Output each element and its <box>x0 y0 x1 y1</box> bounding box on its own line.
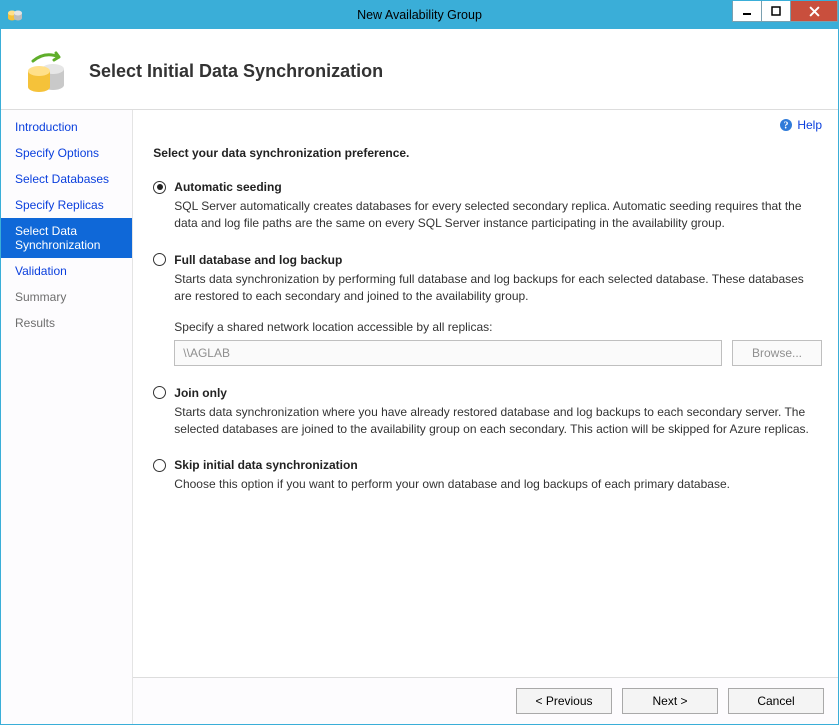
option-title: Automatic seeding <box>174 180 281 194</box>
help-link[interactable]: ? Help <box>153 118 822 132</box>
help-icon: ? <box>779 118 793 132</box>
sidebar-item-introduction[interactable]: Introduction <box>1 114 132 140</box>
option-title: Skip initial data synchronization <box>174 458 357 472</box>
browse-button: Browse... <box>732 340 822 366</box>
wizard-header: Select Initial Data Synchronization <box>1 29 838 110</box>
window-controls <box>733 1 838 22</box>
option-description: Choose this option if you want to perfor… <box>174 476 822 493</box>
option-description: SQL Server automatically creates databas… <box>174 198 822 233</box>
svg-text:?: ? <box>784 121 789 132</box>
radio-automatic-seeding[interactable] <box>153 181 166 194</box>
option-description: Starts data synchronization where you ha… <box>174 404 822 439</box>
previous-button[interactable]: < Previous <box>516 688 612 714</box>
app-icon <box>7 7 23 23</box>
radio-skip-sync[interactable] <box>153 459 166 472</box>
radio-full-backup[interactable] <box>153 253 166 266</box>
title-bar: New Availability Group <box>1 1 838 29</box>
radio-join-only[interactable] <box>153 386 166 399</box>
nav-sidebar: Introduction Specify Options Select Data… <box>1 110 133 724</box>
page-title: Select Initial Data Synchronization <box>89 61 383 82</box>
wizard-footer: < Previous Next > Cancel <box>133 677 838 724</box>
option-full-backup: Full database and log backup Starts data… <box>153 253 822 366</box>
sidebar-item-label: Specify Options <box>15 146 99 160</box>
instruction-text: Select your data synchronization prefere… <box>153 146 822 160</box>
option-join-only: Join only Starts data synchronization wh… <box>153 386 822 439</box>
sidebar-item-select-databases[interactable]: Select Databases <box>1 166 132 192</box>
sidebar-item-specify-replicas[interactable]: Specify Replicas <box>1 192 132 218</box>
maximize-button[interactable] <box>761 1 791 22</box>
sidebar-item-label: Summary <box>15 290 66 304</box>
next-button[interactable]: Next > <box>622 688 718 714</box>
minimize-button[interactable] <box>732 1 762 22</box>
page-icon <box>23 47 71 95</box>
option-title: Join only <box>174 386 227 400</box>
sidebar-item-validation[interactable]: Validation <box>1 258 132 284</box>
sidebar-item-label: Select Data Synchronization <box>15 224 100 252</box>
wizard-window: New Availability Group <box>0 0 839 725</box>
window-title: New Availability Group <box>357 8 482 22</box>
option-description: Starts data synchronization by performin… <box>174 271 822 306</box>
sidebar-item-label: Results <box>15 316 55 330</box>
option-title: Full database and log backup <box>174 253 342 267</box>
sidebar-item-label: Select Databases <box>15 172 109 186</box>
close-button[interactable] <box>790 1 838 22</box>
cancel-button[interactable]: Cancel <box>728 688 824 714</box>
network-path-input <box>174 340 722 366</box>
sidebar-item-select-data-sync[interactable]: Select Data Synchronization <box>1 218 132 258</box>
sidebar-item-specify-options[interactable]: Specify Options <box>1 140 132 166</box>
option-skip-sync: Skip initial data synchronization Choose… <box>153 458 822 493</box>
help-label: Help <box>797 118 822 132</box>
sidebar-item-summary: Summary <box>1 284 132 310</box>
main-panel: ? Help Select your data synchronization … <box>133 110 838 724</box>
sidebar-item-results: Results <box>1 310 132 336</box>
option-automatic-seeding: Automatic seeding SQL Server automatical… <box>153 180 822 233</box>
sidebar-item-label: Validation <box>15 264 67 278</box>
sidebar-item-label: Specify Replicas <box>15 198 104 212</box>
wizard-body: Introduction Specify Options Select Data… <box>1 110 838 724</box>
main-content: ? Help Select your data synchronization … <box>133 110 838 677</box>
share-location-label: Specify a shared network location access… <box>174 320 822 334</box>
sidebar-item-label: Introduction <box>15 120 78 134</box>
